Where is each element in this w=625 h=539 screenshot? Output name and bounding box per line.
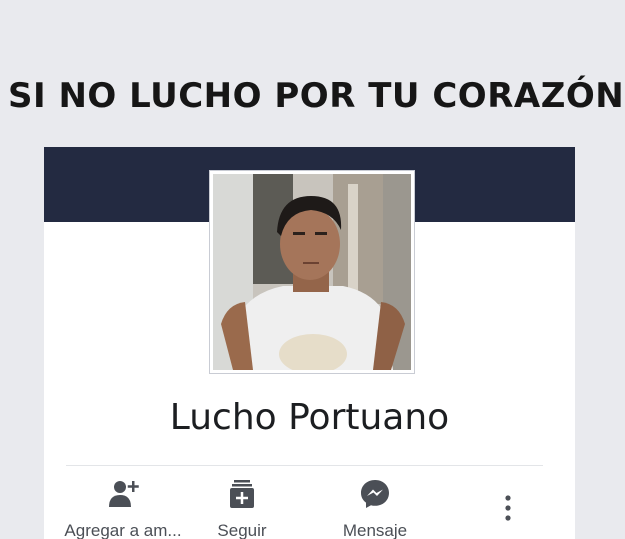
profile-card: Lucho Portuano Agregar a am... Seguir Me… (44, 147, 575, 539)
meme-caption: SI NO LUCHO POR TU CORAZÓN.. (8, 76, 625, 116)
profile-photo[interactable] (210, 171, 414, 373)
more-options-button[interactable] (498, 493, 518, 525)
profile-name: Lucho Portuano (169, 397, 450, 438)
follow-label: Seguir (217, 521, 267, 539)
add-friend-button[interactable]: Agregar a am... (58, 477, 188, 539)
follow-button[interactable]: Seguir (177, 477, 307, 539)
message-label: Mensaje (342, 521, 408, 539)
add-friend-label: Agregar a am... (64, 521, 182, 539)
divider (66, 465, 543, 466)
follow-icon (225, 477, 259, 511)
add-friend-icon (106, 477, 140, 511)
more-options-icon (505, 495, 511, 521)
profile-photo-image (213, 174, 411, 370)
message-button[interactable]: Mensaje (310, 477, 440, 539)
messenger-icon (358, 477, 392, 511)
